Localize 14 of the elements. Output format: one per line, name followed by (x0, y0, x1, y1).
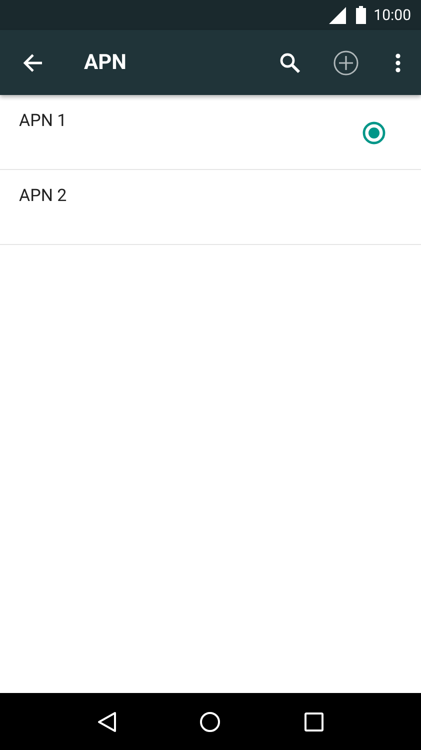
apn-item[interactable]: APN 2 (0, 170, 421, 245)
status-time: 10:00 (374, 6, 411, 24)
more-icon[interactable] (395, 52, 401, 72)
recents-icon[interactable] (304, 712, 324, 732)
signal-icon (328, 6, 346, 24)
screen-title: APN (84, 50, 128, 74)
search-icon[interactable] (279, 52, 301, 74)
home-icon[interactable] (199, 710, 222, 732)
radio-button[interactable] (362, 121, 386, 145)
back-arrow-icon[interactable] (23, 52, 43, 72)
back-icon[interactable] (97, 710, 118, 732)
apn-item[interactable]: APN 1 (0, 95, 421, 170)
battery-icon (356, 6, 366, 24)
add-icon[interactable] (333, 50, 359, 76)
